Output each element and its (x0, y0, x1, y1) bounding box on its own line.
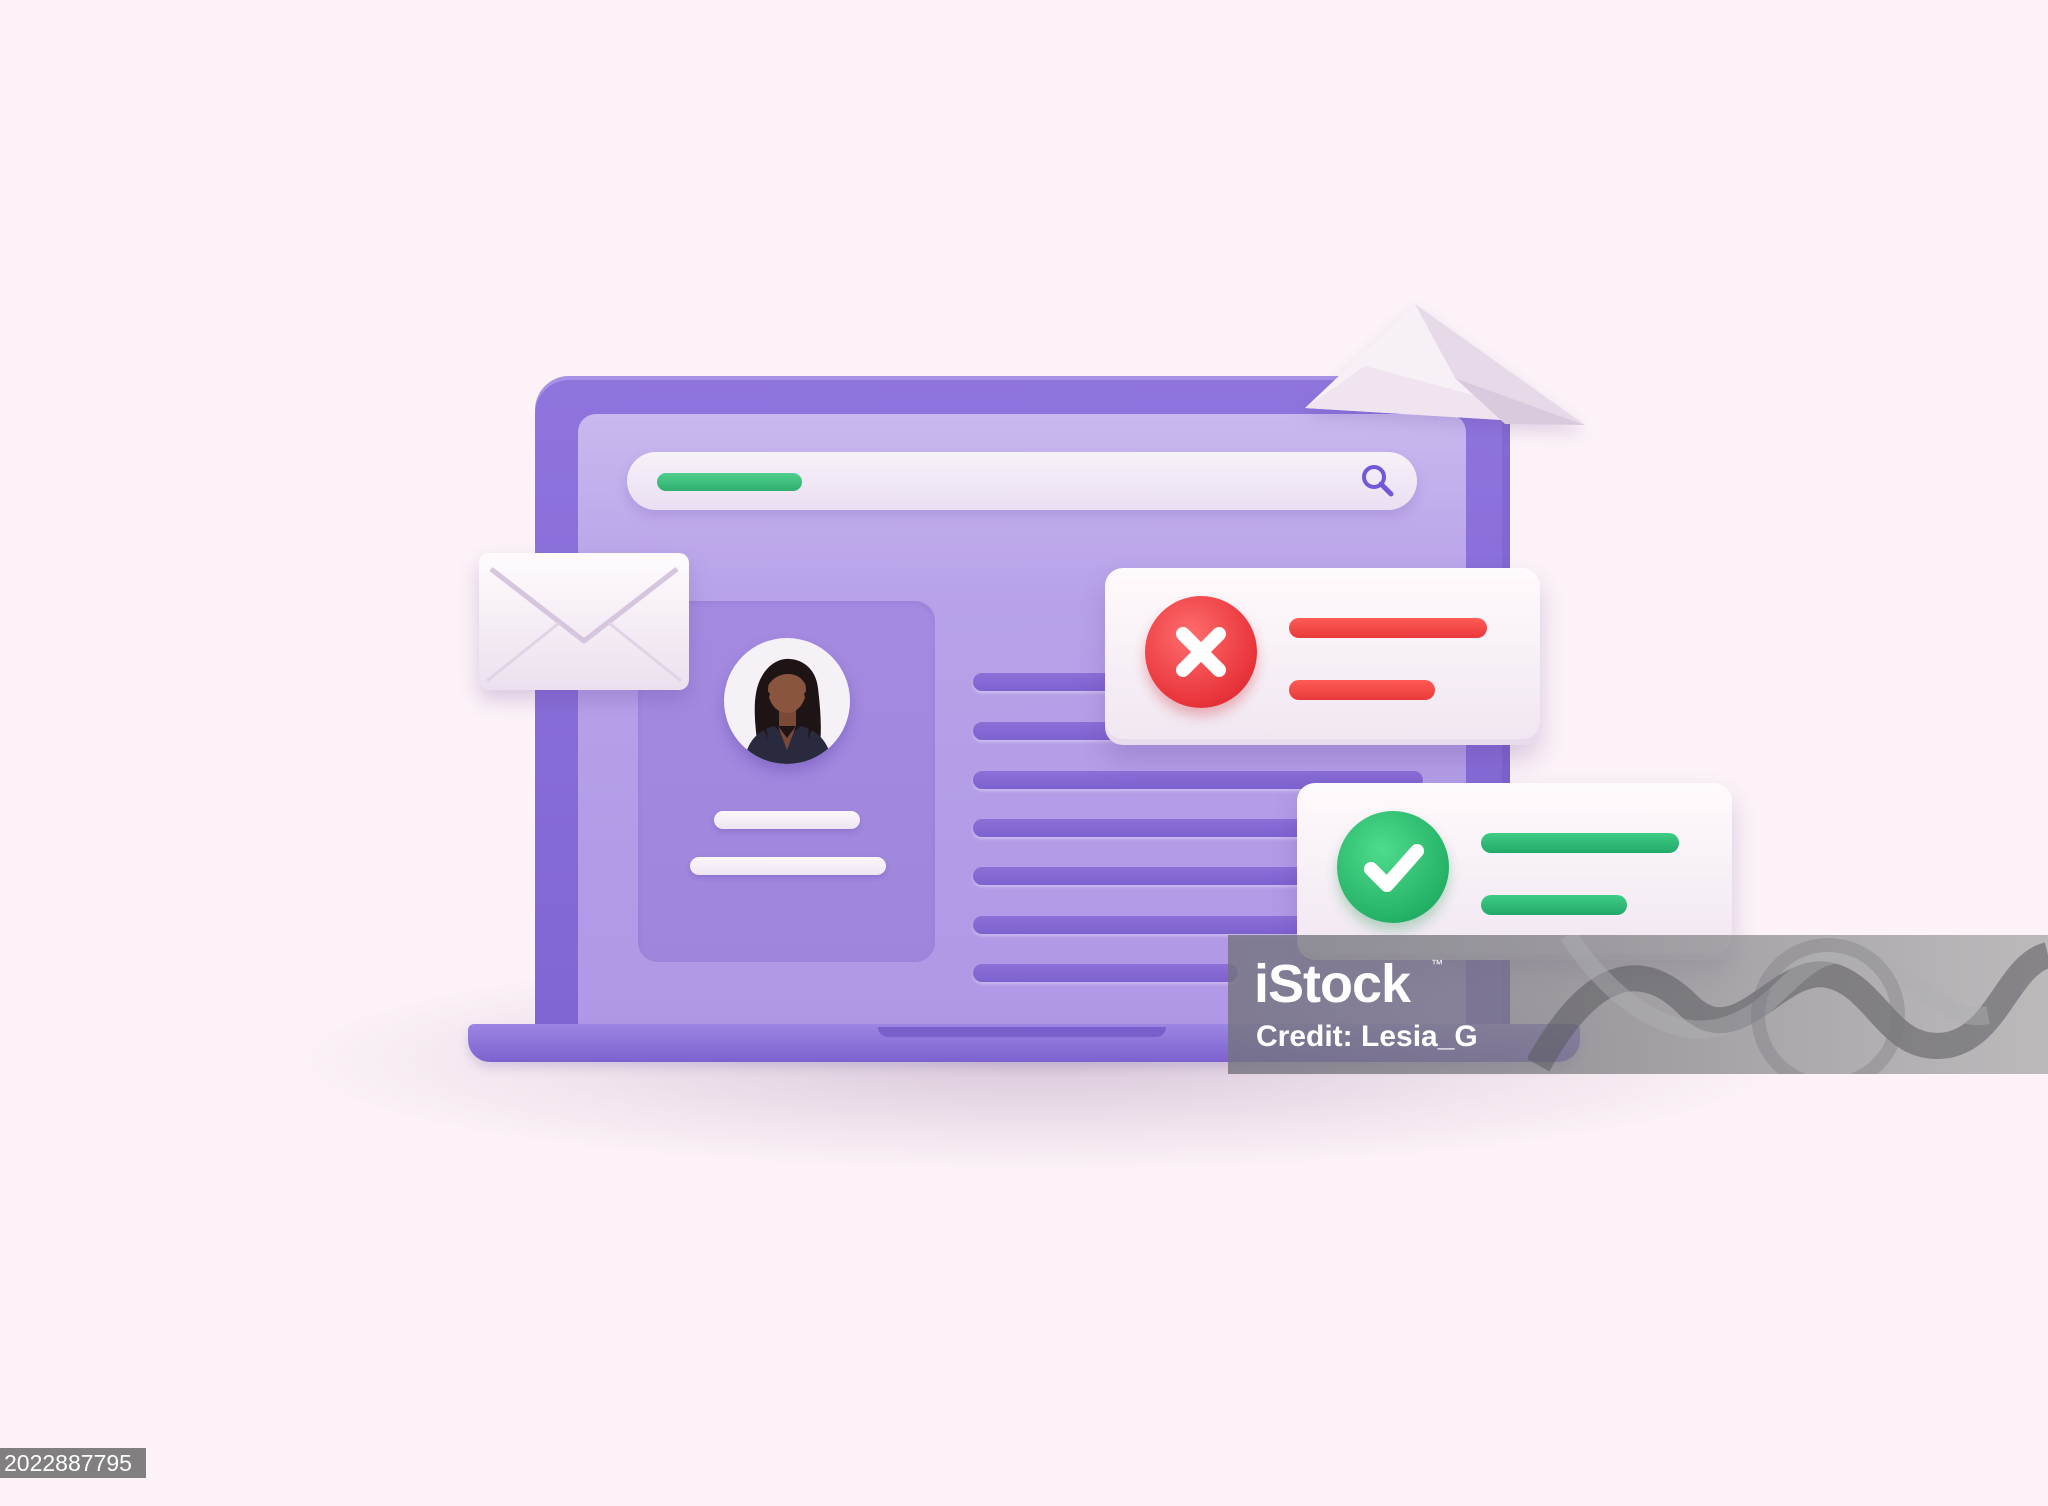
error-message-line (1289, 618, 1487, 638)
profile-role-line (690, 857, 886, 875)
watermark-banner: iStock ™ Credit: Lesia_G (1228, 935, 2048, 1074)
laptop-notch (878, 1027, 1166, 1037)
content-line (973, 916, 1313, 934)
error-status-circle (1145, 596, 1257, 708)
user-avatar-icon (724, 638, 850, 764)
content-line (973, 964, 1238, 982)
watermark-credit: Credit: Lesia_G (1256, 1020, 1478, 1053)
success-detail-line (1481, 895, 1627, 915)
success-notification[interactable] (1297, 783, 1732, 960)
cross-icon (1176, 627, 1226, 677)
paper-plane-icon (1305, 304, 1585, 429)
magnifier-icon[interactable] (1359, 462, 1397, 500)
profile-name-line (714, 811, 860, 829)
error-detail-line (1289, 680, 1435, 700)
envelope-icon (479, 553, 689, 690)
search-query-placeholder (657, 473, 802, 491)
content-line (973, 819, 1313, 837)
success-status-circle (1337, 811, 1449, 923)
watermark-pattern (1528, 935, 2048, 1074)
watermark-trademark: ™ (1431, 957, 1443, 971)
search-bar[interactable] (627, 452, 1417, 510)
success-message-line (1481, 833, 1679, 853)
error-notification[interactable] (1105, 568, 1540, 745)
image-id-label: 2022887795 (0, 1448, 146, 1478)
content-line (973, 867, 1313, 885)
check-icon (1364, 844, 1424, 892)
watermark-brand: iStock (1254, 954, 1411, 1014)
